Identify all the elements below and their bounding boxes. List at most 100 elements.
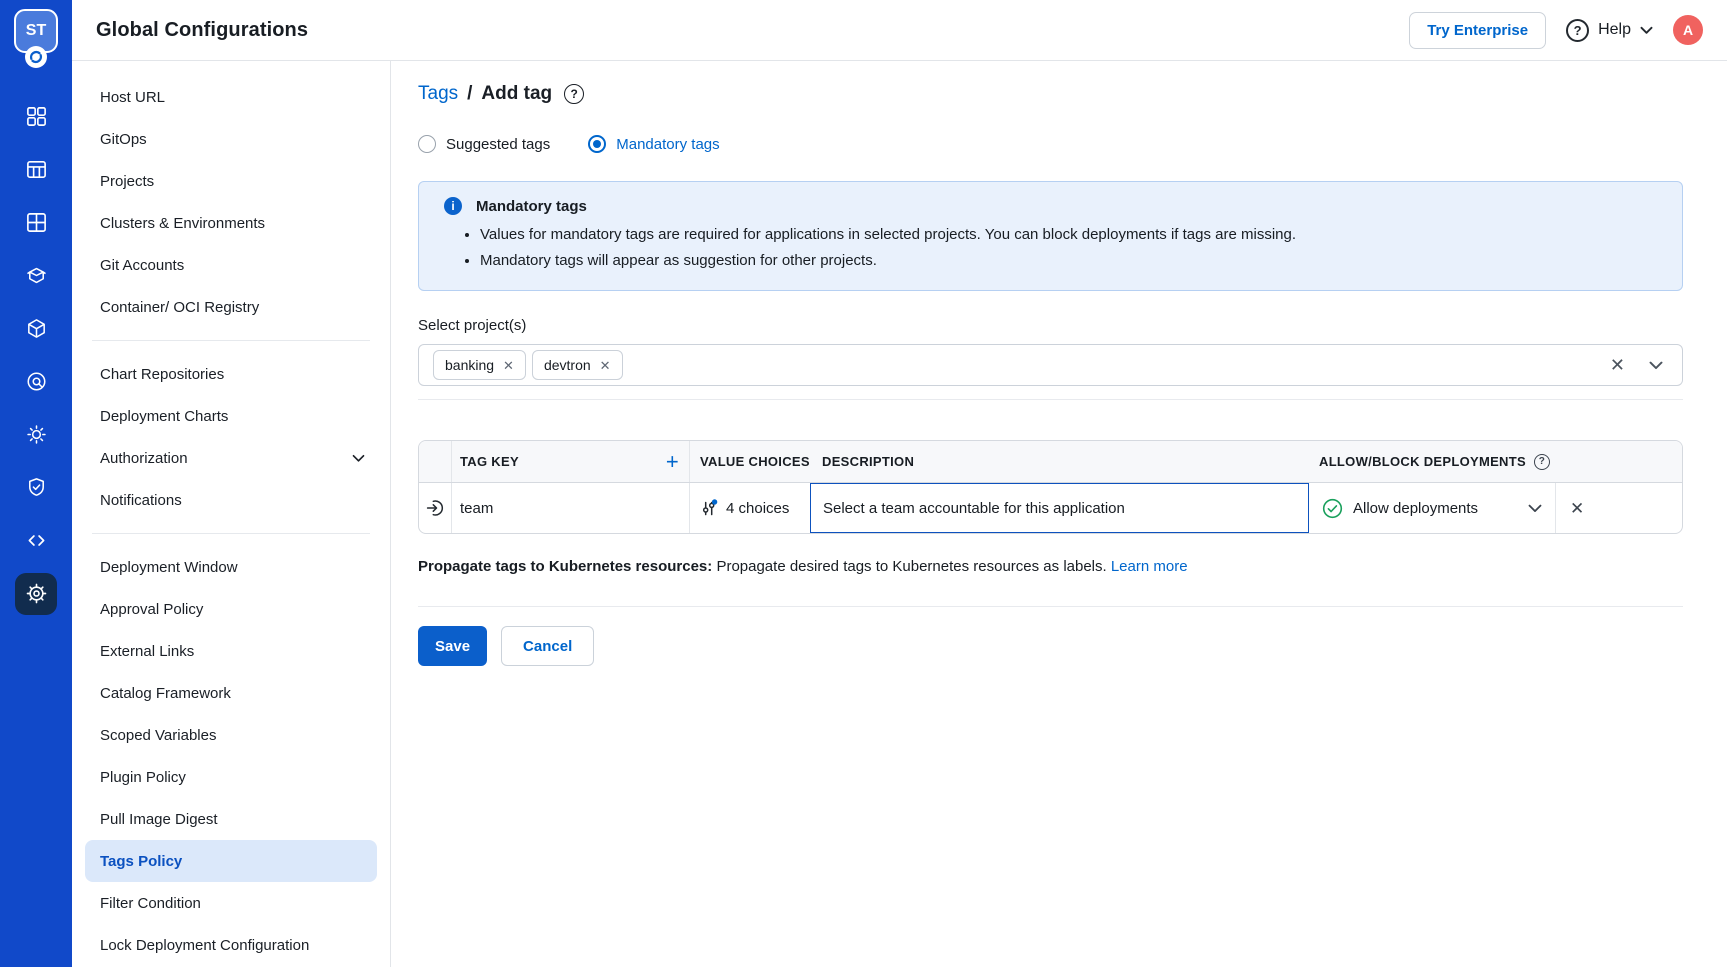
sidebar-item-notifications[interactable]: Notifications bbox=[85, 479, 377, 521]
breadcrumb-current: Add tag bbox=[481, 83, 552, 105]
allow-block-dropdown[interactable]: Allow deployments bbox=[1309, 483, 1555, 533]
project-chip-banking: banking ✕ bbox=[433, 350, 526, 380]
code-icon[interactable] bbox=[0, 514, 72, 567]
save-button[interactable]: Save bbox=[418, 626, 487, 666]
form-actions: Save Cancel bbox=[418, 626, 1683, 666]
sidebar-item-pull-image-digest[interactable]: Pull Image Digest bbox=[85, 798, 377, 840]
delete-row-icon[interactable]: ✕ bbox=[1570, 500, 1584, 517]
sidebar-item-external-links[interactable]: External Links bbox=[85, 630, 377, 672]
propagate-note-text: Propagate desired tags to Kubernetes res… bbox=[716, 558, 1106, 575]
rail-icon-list bbox=[0, 90, 72, 620]
chip-label: banking bbox=[445, 357, 494, 373]
sidebar-item-deployment-window[interactable]: Deployment Window bbox=[85, 546, 377, 588]
tag-key-cell[interactable]: team bbox=[452, 483, 690, 533]
value-choices-count: 4 choices bbox=[726, 500, 789, 517]
remove-chip-icon[interactable]: ✕ bbox=[600, 359, 611, 372]
remove-chip-icon[interactable]: ✕ bbox=[503, 359, 514, 372]
info-box-header: i Mandatory tags bbox=[444, 197, 1662, 215]
packages-icon[interactable] bbox=[0, 302, 72, 355]
help-menu[interactable]: ? Help bbox=[1566, 19, 1653, 42]
breadcrumb-tags-link[interactable]: Tags bbox=[418, 83, 458, 105]
nav-divider bbox=[92, 340, 370, 341]
sidebar-item-host-url[interactable]: Host URL bbox=[85, 76, 377, 118]
table-header-allow-block: ALLOW/BLOCK DEPLOYMENTS ? bbox=[1309, 441, 1682, 482]
column-label: ALLOW/BLOCK DEPLOYMENTS bbox=[1319, 454, 1526, 469]
info-bullet: Mandatory tags will appear as suggestion… bbox=[480, 248, 1662, 274]
mandatory-tags-table: TAG KEY + VALUE CHOICES DESCRIPTION ALLO… bbox=[418, 440, 1683, 534]
sidebar-item-git-accounts[interactable]: Git Accounts bbox=[85, 244, 377, 286]
radio-mandatory-tags[interactable]: Mandatory tags bbox=[588, 135, 719, 153]
radio-circle-icon bbox=[418, 135, 436, 153]
radio-label: Suggested tags bbox=[446, 136, 550, 153]
avatar[interactable]: A bbox=[1673, 15, 1703, 45]
delete-row-cell: ✕ bbox=[1555, 483, 1682, 533]
nav-divider bbox=[92, 533, 370, 534]
sidebar-item-projects[interactable]: Projects bbox=[85, 160, 377, 202]
breadcrumb: Tags / Add tag ? bbox=[418, 83, 1683, 105]
sidebar-item-clusters-environments[interactable]: Clusters & Environments bbox=[85, 202, 377, 244]
info-box-title: Mandatory tags bbox=[476, 198, 587, 215]
clear-selection-icon[interactable]: ✕ bbox=[1610, 356, 1625, 374]
sidebar-item-tags-policy[interactable]: Tags Policy bbox=[85, 840, 377, 882]
radio-circle-icon bbox=[588, 135, 606, 153]
sidebar-item-container-oci-registry[interactable]: Container/ OCI Registry bbox=[85, 286, 377, 328]
security-shield-icon[interactable] bbox=[0, 461, 72, 514]
chip-label: devtron bbox=[544, 357, 591, 373]
global-config-gear-icon[interactable] bbox=[0, 567, 72, 620]
description-input[interactable]: Select a team accountable for this appli… bbox=[810, 483, 1309, 533]
app-groups-icon[interactable] bbox=[0, 196, 72, 249]
app-logo[interactable]: ST bbox=[13, 9, 59, 71]
section-divider bbox=[418, 399, 1683, 400]
resource-browser-icon[interactable] bbox=[0, 408, 72, 461]
sidebar-item-chart-repositories[interactable]: Chart Repositories bbox=[85, 353, 377, 395]
sidebar-item-filter-condition[interactable]: Filter Condition bbox=[85, 882, 377, 924]
project-multiselect[interactable]: banking ✕ devtron ✕ ✕ bbox=[418, 344, 1683, 386]
sidebar-item-plugin-policy[interactable]: Plugin Policy bbox=[85, 756, 377, 798]
help-icon: ? bbox=[1566, 19, 1589, 42]
allow-block-value: Allow deployments bbox=[1353, 500, 1478, 517]
table-header-row: TAG KEY + VALUE CHOICES DESCRIPTION ALLO… bbox=[419, 441, 1682, 483]
selected-rail-highlight bbox=[15, 573, 57, 615]
add-tag-row-button[interactable]: + bbox=[666, 451, 679, 473]
sidebar-item-lock-deployment-configuration[interactable]: Lock Deployment Configuration bbox=[85, 924, 377, 966]
sidebar-item-gitops[interactable]: GitOps bbox=[85, 118, 377, 160]
sidebar-item-approval-policy[interactable]: Approval Policy bbox=[85, 588, 377, 630]
propagate-note: Propagate tags to Kubernetes resources: … bbox=[418, 556, 1683, 578]
header-actions: Try Enterprise ? Help A bbox=[1409, 12, 1703, 49]
chevron-down-icon bbox=[1640, 26, 1653, 35]
try-enterprise-button[interactable]: Try Enterprise bbox=[1409, 12, 1546, 49]
info-box-bullets: Values for mandatory tags are required f… bbox=[444, 222, 1662, 274]
config-sidebar: Host URL GitOps Projects Clusters & Envi… bbox=[72, 61, 391, 967]
tag-type-radio-group: Suggested tags Mandatory tags bbox=[418, 135, 1683, 153]
sidebar-item-catalog-framework[interactable]: Catalog Framework bbox=[85, 672, 377, 714]
section-divider bbox=[418, 606, 1683, 607]
table-row: team 4 choices Select a team accountable… bbox=[419, 483, 1682, 533]
jobs-icon[interactable] bbox=[0, 143, 72, 196]
help-icon[interactable]: ? bbox=[1534, 454, 1550, 470]
sidebar-item-scoped-variables[interactable]: Scoped Variables bbox=[85, 714, 377, 756]
cancel-button[interactable]: Cancel bbox=[501, 626, 594, 666]
propagate-tag-icon bbox=[425, 498, 445, 518]
chevron-down-icon[interactable] bbox=[1649, 361, 1663, 370]
sidebar-item-authorization[interactable]: Authorization bbox=[85, 437, 377, 479]
propagate-note-bold: Propagate tags to Kubernetes resources: bbox=[418, 558, 712, 575]
table-header-tag-key: TAG KEY + bbox=[452, 441, 690, 482]
value-choices-cell[interactable]: 4 choices bbox=[690, 483, 810, 533]
help-icon[interactable]: ? bbox=[564, 84, 584, 104]
select-controls: ✕ bbox=[1610, 356, 1663, 374]
propagate-tag-cell[interactable] bbox=[419, 483, 452, 533]
help-label: Help bbox=[1598, 21, 1631, 39]
apps-grid-icon[interactable] bbox=[0, 90, 72, 143]
radio-label: Mandatory tags bbox=[616, 136, 719, 153]
table-header-value-choices: VALUE CHOICES bbox=[690, 441, 810, 482]
sidebar-item-deployment-charts[interactable]: Deployment Charts bbox=[85, 395, 377, 437]
bulk-edit-icon[interactable] bbox=[0, 355, 72, 408]
table-header-spacer bbox=[419, 441, 452, 482]
table-header-description: DESCRIPTION bbox=[810, 441, 1309, 482]
column-label: TAG KEY bbox=[460, 454, 519, 469]
radio-suggested-tags[interactable]: Suggested tags bbox=[418, 135, 550, 153]
helm-charts-icon[interactable] bbox=[0, 249, 72, 302]
page-title: Global Configurations bbox=[96, 19, 308, 42]
learn-more-link[interactable]: Learn more bbox=[1111, 558, 1188, 575]
main-content: Tags / Add tag ? Suggested tags Mandator… bbox=[392, 61, 1727, 967]
